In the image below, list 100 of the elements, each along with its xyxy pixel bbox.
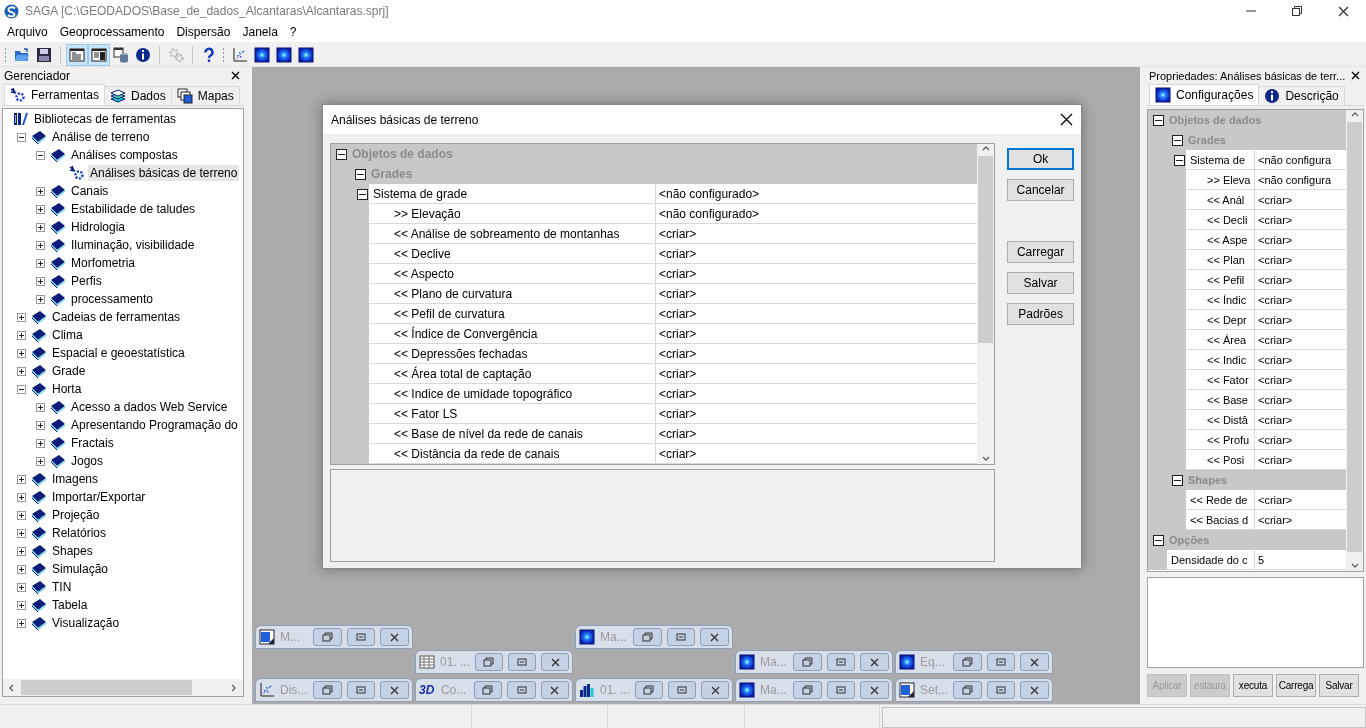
minimize-icon[interactable] [835,685,848,695]
plus-box-icon[interactable] [36,456,45,466]
property-value[interactable]: <criar> [656,364,978,384]
close-button[interactable] [1020,653,1049,671]
tree-item[interactable]: Acesso a dados Web Service [69,399,230,415]
toolbar-button[interactable] [295,44,317,66]
close-button[interactable] [380,681,409,699]
property-value[interactable]: <criar> [656,444,978,464]
tree-item[interactable]: Fractais [69,435,116,451]
menu-item[interactable]: ? [283,25,303,39]
close-button[interactable] [700,628,729,646]
panel-button[interactable]: Salvar [1319,674,1359,697]
minus-box-icon[interactable] [1153,114,1164,126]
tree-item[interactable]: Shapes [50,543,95,559]
tree-item[interactable]: Morfometria [69,255,137,271]
tree-item[interactable]: Estabilidade de taludes [69,201,198,217]
tab[interactable]: Ferramentas [4,84,106,105]
dialog-button[interactable]: Salvar [1007,272,1074,294]
tree-item[interactable]: Apresentando Programação do [69,417,240,433]
maximize-button[interactable] [668,681,696,699]
toolbar-gripper[interactable] [222,47,225,63]
close-button[interactable] [229,69,241,82]
tree-item[interactable]: Horta [50,381,84,397]
restore-icon[interactable] [321,685,334,695]
property-value[interactable]: <criar> [656,284,978,304]
minus-box-icon[interactable] [1172,134,1183,146]
dialog-button[interactable]: Padrões [1007,303,1074,325]
restore-icon[interactable] [641,632,654,642]
restore-icon[interactable] [961,657,974,667]
minus-box-icon[interactable] [36,150,45,160]
tree-item[interactable]: Clima [50,327,85,343]
vertical-scrollbar[interactable] [1346,110,1363,571]
minimize-icon[interactable] [675,632,688,642]
minus-box-icon[interactable] [1172,474,1183,486]
property-value[interactable]: <criar> [656,304,978,324]
property-value[interactable]: <criar> [656,224,978,244]
plus-box-icon[interactable] [17,618,26,628]
minus-box-icon[interactable] [17,384,26,394]
minus-box-icon[interactable] [355,168,366,180]
tab[interactable]: Dados [104,86,172,105]
plus-box-icon[interactable] [36,186,45,196]
plus-box-icon[interactable] [17,474,26,484]
restore-icon[interactable] [643,685,655,695]
panel-button[interactable]: xecuta [1233,674,1273,697]
toolbar-gripper[interactable] [4,47,7,63]
maximize-button[interactable] [508,653,536,671]
close-button[interactable] [540,681,569,699]
plus-box-icon[interactable] [17,528,26,538]
plus-box-icon[interactable] [36,240,45,250]
close-button[interactable] [541,653,569,671]
plus-box-icon[interactable] [17,312,26,322]
plus-box-icon[interactable] [36,438,45,448]
tree-item[interactable]: Iluminação, visibilidade [69,237,197,253]
restore-icon[interactable] [801,657,814,667]
tree-item[interactable]: Imagens [50,471,101,487]
toolbar-button[interactable] [251,44,273,66]
menu-item[interactable]: Geoprocessamento [53,25,171,39]
minimized-window[interactable]: 3D Co... [415,678,573,702]
property-value[interactable]: <não configurado> [656,184,978,204]
tree-item[interactable]: Espacial e geoestatística [50,345,187,361]
minimize-icon[interactable] [516,657,528,667]
plus-box-icon[interactable] [36,204,45,214]
restore-icon[interactable] [801,685,814,695]
close-button[interactable] [1020,681,1049,699]
close-button[interactable] [860,681,889,699]
minimize-icon[interactable] [676,685,688,695]
minus-box-icon[interactable] [357,188,368,200]
property-value[interactable]: <criar> [656,404,978,424]
tree-item[interactable]: Canais [69,183,111,199]
toolbar-button[interactable] [273,44,295,66]
plus-box-icon[interactable] [17,366,26,376]
tree-item[interactable]: Hidrologia [69,219,128,235]
plus-box-icon[interactable] [36,402,45,412]
property-value[interactable]: <criar> [656,324,978,344]
restore-icon[interactable] [321,632,334,642]
tree-item[interactable]: TIN [50,579,74,595]
property-value[interactable]: <criar> [656,384,978,404]
plus-box-icon[interactable] [36,258,45,268]
dialog-button[interactable]: Carregar [1007,241,1074,263]
tree-item[interactable]: Cadeias de ferramentas [50,309,183,325]
plus-box-icon[interactable] [36,222,45,232]
minimize-icon[interactable] [355,685,368,695]
minimize-icon[interactable] [835,657,848,667]
tree-item[interactable]: Grade [50,363,88,379]
horizontal-scrollbar[interactable] [3,679,243,696]
dialog-button[interactable]: Ok [1007,148,1074,170]
tab[interactable]: Descrição [1258,86,1345,105]
plus-box-icon[interactable] [17,564,26,574]
property-value[interactable]: <criar> [656,264,978,284]
tree-item[interactable]: Simulação [50,561,111,577]
plus-box-icon[interactable] [17,330,26,340]
close-button[interactable] [1349,69,1361,82]
minimize-icon[interactable] [515,685,528,695]
plus-box-icon[interactable] [36,276,45,286]
tree-item[interactable]: processamento [69,291,156,307]
tree-item[interactable]: Importar/Exportar [50,489,148,505]
property-value[interactable]: <não configurado> [656,204,978,224]
plus-box-icon[interactable] [36,420,45,430]
plus-box-icon[interactable] [17,582,26,592]
minimize-icon[interactable] [995,657,1008,667]
